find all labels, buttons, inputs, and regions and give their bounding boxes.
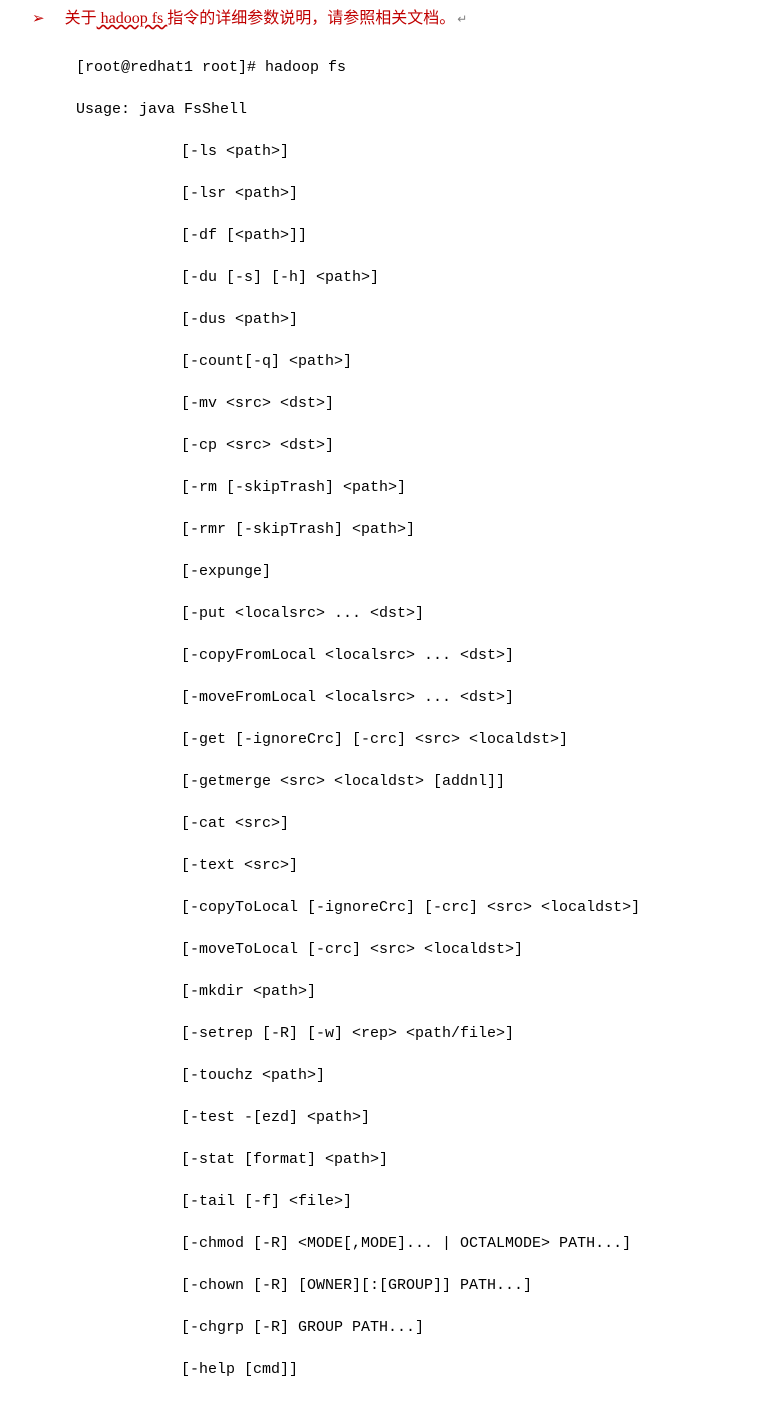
option-line: [-chmod [-R] <MODE[,MODE]... | OCTALMODE…: [181, 1233, 776, 1254]
option-line: [-tail [-f] <file>]: [181, 1191, 776, 1212]
option-line: [-chgrp [-R] GROUP PATH...]: [181, 1317, 776, 1338]
option-line: [-rmr [-skipTrash] <path>]: [181, 519, 776, 540]
option-line: [-df [<path>]]: [181, 225, 776, 246]
option-line: [-cat <src>]: [181, 813, 776, 834]
option-line: [-chown [-R] [OWNER][:[GROUP]] PATH...]: [181, 1275, 776, 1296]
terminal-output: [root@redhat1 root]# hadoop fs Usage: ja…: [36, 36, 776, 1408]
bullet-icon: ➢: [32, 8, 45, 30]
option-line: [-cp <src> <dst>]: [181, 435, 776, 456]
option-line: [-expunge]: [181, 561, 776, 582]
option-line: [-mkdir <path>]: [181, 981, 776, 1002]
option-line: [-copyToLocal [-ignoreCrc] [-crc] <src> …: [181, 897, 776, 918]
option-line: [-get [-ignoreCrc] [-crc] <src> <localds…: [181, 729, 776, 750]
option-line: [-ls <path>]: [181, 141, 776, 162]
usage-line: Usage: java FsShell: [76, 99, 776, 120]
option-line: [-test -[ezd] <path>]: [181, 1107, 776, 1128]
option-line: [-mv <src> <dst>]: [181, 393, 776, 414]
option-line: [-lsr <path>]: [181, 183, 776, 204]
option-line: [-du [-s] [-h] <path>]: [181, 267, 776, 288]
header-post: 指令的详细参数说明，请参照相关文档。: [167, 10, 455, 27]
option-line: [-help [cmd]]: [181, 1359, 776, 1380]
option-line: [-dus <path>]: [181, 309, 776, 330]
option-line: [-moveFromLocal <localsrc> ... <dst>]: [181, 687, 776, 708]
terminal-prompt: [root@redhat1 root]# hadoop fs: [76, 57, 776, 78]
option-line: [-count[-q] <path>]: [181, 351, 776, 372]
option-line: [-put <localsrc> ... <dst>]: [181, 603, 776, 624]
option-line: [-rm [-skipTrash] <path>]: [181, 477, 776, 498]
option-line: [-moveToLocal [-crc] <src> <localdst>]: [181, 939, 776, 960]
header-text: 关于 hadoop fs 指令的详细参数说明，请参照相关文档。↵: [65, 8, 468, 30]
option-line: [-setrep [-R] [-w] <rep> <path/file>]: [181, 1023, 776, 1044]
command-name: hadoop fs: [97, 10, 168, 27]
option-line: [-copyFromLocal <localsrc> ... <dst>]: [181, 645, 776, 666]
option-line: [-getmerge <src> <localdst> [addnl]]: [181, 771, 776, 792]
option-line: [-text <src>]: [181, 855, 776, 876]
header-pre: 关于: [65, 10, 97, 27]
header-line: ➢ 关于 hadoop fs 指令的详细参数说明，请参照相关文档。↵: [36, 8, 776, 30]
return-mark-icon: ↵: [457, 12, 467, 26]
option-line: [-stat [format] <path>]: [181, 1149, 776, 1170]
option-line: [-touchz <path>]: [181, 1065, 776, 1086]
